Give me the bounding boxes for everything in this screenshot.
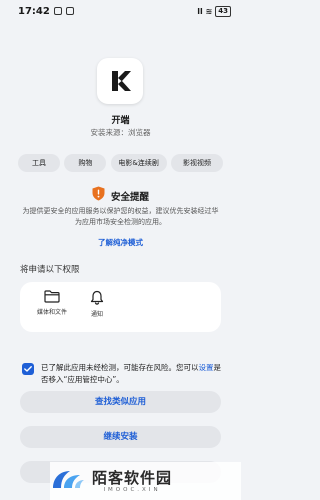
permissions-card: 媒体和文件 通知 (20, 282, 221, 332)
settings-link[interactable]: 设置 (199, 363, 214, 372)
tag-video: 影视视频 (170, 154, 223, 172)
consent-text-before: 已了解此应用未经检测，可能存在风险。您可以 (41, 363, 199, 372)
watermark-logo-icon (50, 466, 86, 496)
continue-install-button[interactable]: 继续安装 (20, 426, 221, 448)
tag-movies: 电影&连续剧 (110, 154, 167, 172)
permission-media-files: 媒体和文件 (32, 290, 72, 316)
security-description: 为提供更安全的应用服务以保护您的权益，建议优先安装经过华为应用市场安全检测的应用… (22, 207, 219, 226)
app-name: 开端 (111, 116, 130, 126)
consent-text: 已了解此应用未经检测，可能存在风险。您可以设置是否移入“应用管控中心”。 (41, 362, 222, 386)
signal-icon: ll ≋ (197, 6, 213, 16)
find-similar-app-button[interactable]: 查找类似应用 (20, 391, 221, 413)
battery-icon: 43 (215, 5, 231, 17)
k-logo-icon (97, 58, 143, 104)
risk-consent: 已了解此应用未经检测，可能存在风险。您可以设置是否移入“应用管控中心”。 (22, 362, 222, 386)
status-bar: 17:42 ll ≋ 43 (0, 0, 241, 22)
watermark-subtitle: IMOOC.XIN (103, 486, 161, 493)
consent-checkbox[interactable] (22, 363, 34, 375)
notification-icon-2 (65, 7, 74, 15)
clock: 17:42 (18, 5, 50, 17)
install-source: 安装来源：浏览器 (90, 128, 151, 137)
pure-mode-link[interactable]: 了解纯净模式 (0, 237, 241, 248)
permissions-heading: 将申请以下权限 (20, 265, 80, 275)
category-tags: 工具 购物 电影&连续剧 影视视频 (18, 154, 223, 172)
watermark: 陌客软件园 IMOOC.XIN (50, 462, 241, 500)
security-title: 安全提醒 (110, 191, 149, 203)
security-notice-header: 安全提醒 (0, 186, 241, 205)
watermark-title: 陌客软件园 (92, 468, 173, 487)
tag-tools: 工具 (18, 154, 60, 172)
permission-notification: 通知 (77, 290, 117, 318)
permission-label: 通知 (90, 311, 103, 318)
shield-warning-icon (92, 186, 105, 205)
permission-label: 媒体和文件 (36, 309, 67, 316)
tag-shopping: 购物 (64, 154, 107, 172)
notification-icon (53, 7, 62, 15)
check-icon (24, 366, 32, 372)
bell-icon (77, 290, 117, 305)
folder-icon (32, 290, 72, 303)
